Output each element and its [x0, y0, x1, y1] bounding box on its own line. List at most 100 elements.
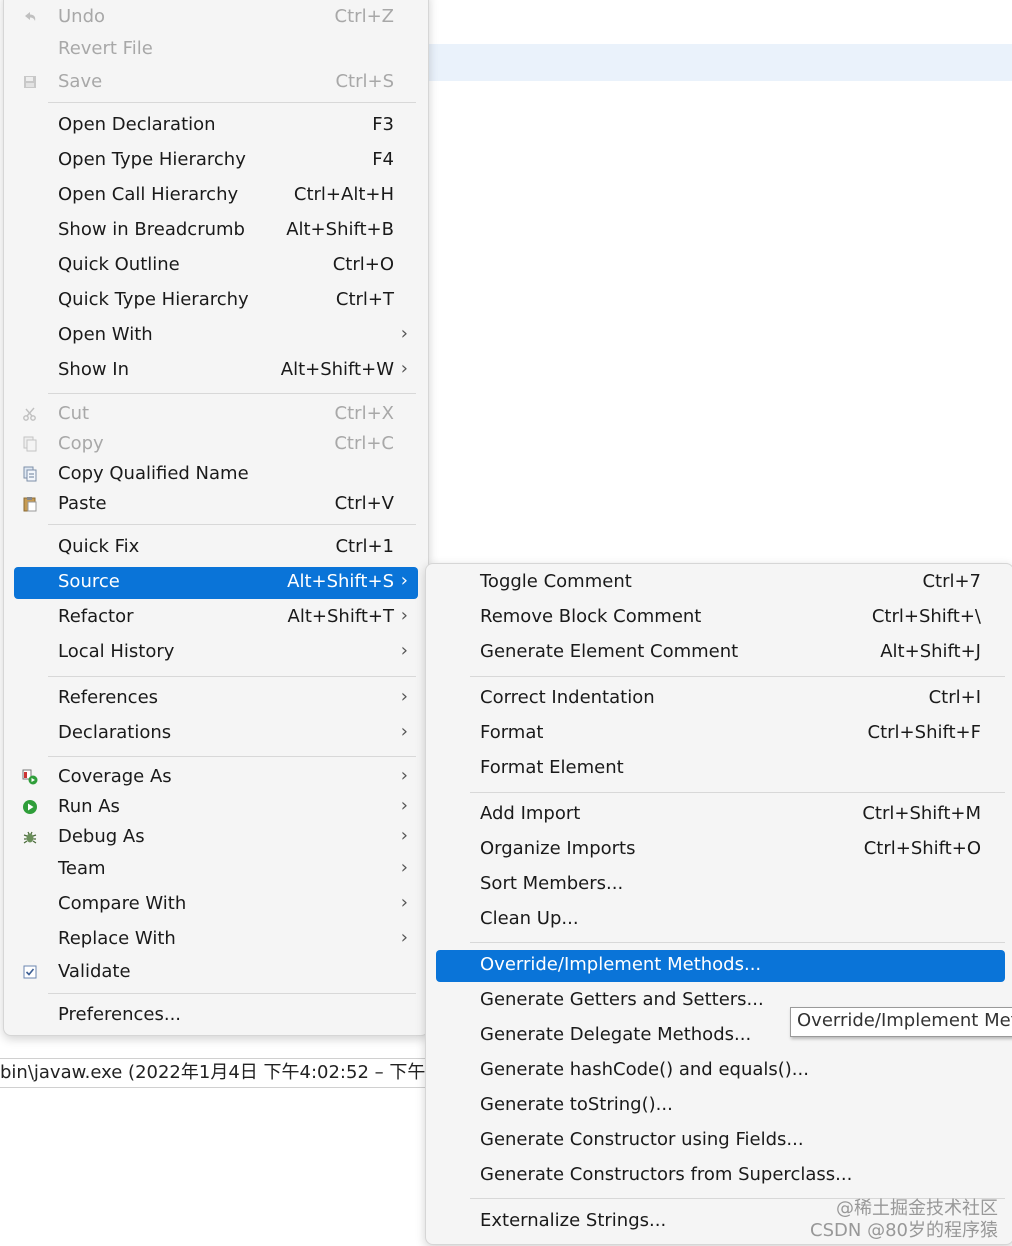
menu-item-label: Revert File: [58, 38, 153, 59]
menu-item-debug-as[interactable]: Debug As ›: [14, 822, 418, 854]
menu-item-shortcut: Ctrl+Z: [334, 6, 394, 27]
menu-item-label: Cut: [58, 403, 90, 424]
menu-item-shortcut: Ctrl+Shift+M: [862, 803, 981, 824]
submenu-item-add-import[interactable]: Add Import Ctrl+Shift+M: [436, 799, 1005, 831]
menu-item-label: Copy Qualified Name: [58, 463, 249, 484]
submenu-item-toggle-comment[interactable]: Toggle Comment Ctrl+7: [436, 567, 1005, 599]
menu-item-revert-file[interactable]: Revert File: [14, 34, 418, 66]
submenu-item-correct-indentation[interactable]: Correct Indentation Ctrl+I: [436, 683, 1005, 715]
submenu-item-override-implement-methods[interactable]: Override/Implement Methods...: [436, 950, 1005, 982]
submenu-item-generate-hashcode-equals[interactable]: Generate hashCode() and equals()...: [436, 1055, 1005, 1087]
menu-item-label: Preferences...: [58, 1004, 182, 1025]
undo-icon: [25, 12, 36, 21]
menu-item-preferences[interactable]: Preferences...: [14, 1000, 418, 1032]
submenu-item-generate-element-comment[interactable]: Generate Element Comment Alt+Shift+J: [436, 637, 1005, 669]
menu-item-refactor[interactable]: Refactor Alt+Shift+T ›: [14, 602, 418, 634]
menu-item-replace-with[interactable]: Replace With ›: [14, 924, 418, 956]
menu-item-compare-with[interactable]: Compare With ›: [14, 889, 418, 921]
menu-item-save[interactable]: Save Ctrl+S: [14, 67, 418, 99]
submenu-item-clean-up[interactable]: Clean Up...: [436, 904, 1005, 936]
menu-item-label: Sort Members...: [480, 873, 624, 894]
editor-current-line: [428, 44, 1012, 81]
submenu-arrow-icon: ›: [400, 640, 408, 661]
menu-item-shortcut: Ctrl+T: [335, 289, 394, 310]
source-submenu: Toggle Comment Ctrl+7 Remove Block Comme…: [425, 563, 1012, 1245]
menu-item-label: Generate Delegate Methods...: [480, 1024, 752, 1045]
menu-item-label: Show In: [58, 359, 130, 380]
menu-item-coverage-as[interactable]: Coverage As ›: [14, 762, 418, 794]
run-icon: [23, 800, 37, 814]
menu-item-shortcut: Alt+Shift+T: [287, 606, 394, 627]
menu-item-open-declaration[interactable]: Open Declaration F3: [14, 110, 418, 142]
menu-item-label: Refactor: [58, 606, 134, 627]
menu-separator: [48, 102, 416, 103]
copy-icon: [23, 436, 37, 452]
menu-item-show-in[interactable]: Show In Alt+Shift+W ›: [14, 355, 418, 387]
menu-separator: [470, 942, 1005, 943]
menu-item-source[interactable]: Source Alt+Shift+S ›: [14, 567, 418, 599]
submenu-item-format-element[interactable]: Format Element: [436, 753, 1005, 785]
menu-item-label: Override/Implement Methods...: [480, 954, 762, 975]
menu-item-open-type-hierarchy[interactable]: Open Type Hierarchy F4: [14, 145, 418, 177]
submenu-item-remove-block-comment[interactable]: Remove Block Comment Ctrl+Shift+\: [436, 602, 1005, 634]
menu-separator: [48, 393, 416, 394]
menu-item-label: Generate toString()...: [480, 1094, 673, 1115]
menu-item-label: Open Call Hierarchy: [58, 184, 239, 205]
menu-item-shortcut: Alt+Shift+S: [287, 571, 394, 592]
menu-item-label: Remove Block Comment: [480, 606, 702, 627]
menu-item-shortcut: Alt+Shift+J: [880, 641, 981, 662]
menu-item-label: Format Element: [480, 757, 624, 778]
menu-item-shortcut: F4: [372, 149, 394, 170]
menu-item-paste[interactable]: Paste Ctrl+V: [14, 489, 418, 521]
submenu-item-sort-members[interactable]: Sort Members...: [436, 869, 1005, 901]
menu-item-label: Team: [58, 858, 106, 879]
menu-item-shortcut: Ctrl+Shift+O: [863, 838, 981, 859]
menu-item-references[interactable]: References ›: [14, 683, 418, 715]
menu-item-label: Generate hashCode() and equals()...: [480, 1059, 809, 1080]
menu-item-label: Open With: [58, 324, 153, 345]
menu-item-local-history[interactable]: Local History ›: [14, 637, 418, 669]
submenu-arrow-icon: ›: [400, 605, 408, 626]
scissors-icon: [23, 407, 36, 421]
menu-item-label: Save: [58, 71, 103, 92]
menu-item-label: Local History: [58, 641, 175, 662]
submenu-item-generate-constructor-fields[interactable]: Generate Constructor using Fields...: [436, 1125, 1005, 1157]
menu-item-validate[interactable]: Validate: [14, 957, 418, 989]
submenu-item-generate-constructors-superclass[interactable]: Generate Constructors from Superclass...: [436, 1160, 1005, 1192]
save-icon: [24, 76, 36, 88]
menu-item-shortcut: Ctrl+V: [334, 493, 394, 514]
tooltip: Override/Implement Met: [790, 1007, 1012, 1037]
menu-item-label: Paste: [58, 493, 107, 514]
context-menu: Undo Ctrl+Z Revert File Save Ctrl+S Open…: [3, 0, 429, 1036]
menu-item-run-as[interactable]: Run As ›: [14, 792, 418, 824]
menu-separator: [48, 676, 416, 677]
menu-item-label: Toggle Comment: [480, 571, 632, 592]
menu-item-label: Generate Element Comment: [480, 641, 739, 662]
menu-item-label: Generate Constructor using Fields...: [480, 1129, 804, 1150]
menu-item-open-call-hierarchy[interactable]: Open Call Hierarchy Ctrl+Alt+H: [14, 180, 418, 212]
menu-item-shortcut: Ctrl+Shift+F: [867, 722, 981, 743]
menu-item-open-with[interactable]: Open With ›: [14, 320, 418, 352]
menu-item-label: Generate Constructors from Superclass...: [480, 1164, 853, 1185]
menu-item-label: References: [58, 687, 159, 708]
menu-item-cut[interactable]: Cut Ctrl+X: [14, 399, 418, 431]
menu-item-quick-outline[interactable]: Quick Outline Ctrl+O: [14, 250, 418, 282]
menu-item-quick-fix[interactable]: Quick Fix Ctrl+1: [14, 532, 418, 564]
menu-item-shortcut: Ctrl+I: [928, 687, 981, 708]
menu-item-copy[interactable]: Copy Ctrl+C: [14, 429, 418, 461]
checkbox-checked-icon: [23, 965, 37, 979]
menu-item-quick-type-hierarchy[interactable]: Quick Type Hierarchy Ctrl+T: [14, 285, 418, 317]
debug-bug-icon: [23, 831, 37, 844]
menu-item-team[interactable]: Team ›: [14, 854, 418, 886]
menu-item-declarations[interactable]: Declarations ›: [14, 718, 418, 750]
menu-item-undo[interactable]: Undo Ctrl+Z: [14, 2, 418, 34]
clipboard-icon: [23, 497, 37, 512]
menu-item-shortcut: Alt+Shift+B: [286, 219, 394, 240]
menu-item-label: Quick Outline: [58, 254, 180, 275]
menu-item-show-in-breadcrumb[interactable]: Show in Breadcrumb Alt+Shift+B: [14, 215, 418, 247]
submenu-item-organize-imports[interactable]: Organize Imports Ctrl+Shift+O: [436, 834, 1005, 866]
submenu-item-generate-tostring[interactable]: Generate toString()...: [436, 1090, 1005, 1122]
submenu-arrow-icon: ›: [400, 892, 408, 913]
menu-item-copy-qualified-name[interactable]: Copy Qualified Name: [14, 459, 418, 491]
submenu-item-format[interactable]: Format Ctrl+Shift+F: [436, 718, 1005, 750]
